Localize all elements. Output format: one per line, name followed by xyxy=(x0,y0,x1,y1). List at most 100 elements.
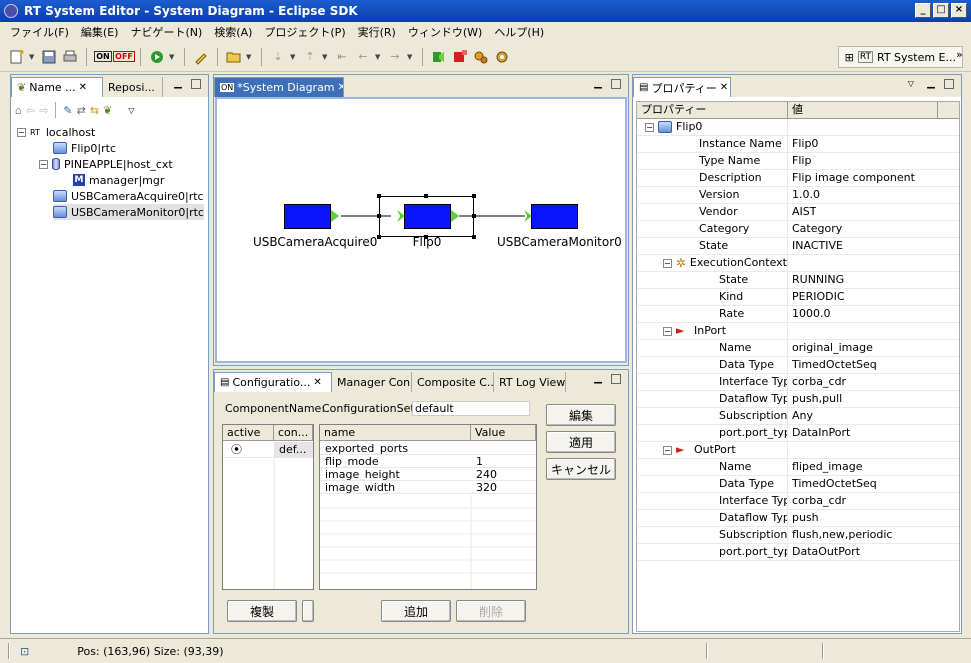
minimize-view-icon[interactable]: ▁ xyxy=(592,374,604,386)
add-name-server-icon[interactable]: ❦ xyxy=(103,104,112,117)
menu-search[interactable]: 検索(A) xyxy=(208,24,258,40)
param-value[interactable]: 240 xyxy=(471,468,536,480)
column-header-value[interactable]: 値 xyxy=(788,102,938,118)
property-row[interactable]: Dataflow Type push,pull xyxy=(637,391,959,408)
perspective-label[interactable]: RT System E... xyxy=(877,51,956,64)
table-row[interactable]: image_width 320 xyxy=(320,481,536,494)
copy-button[interactable]: 複製 xyxy=(227,600,297,622)
minimize-view-icon[interactable]: ▁ xyxy=(172,79,184,91)
all-off-icon[interactable]: OFF xyxy=(113,48,135,66)
property-row[interactable]: Vendor AIST xyxy=(637,204,959,221)
outport-usbcameraacquire0[interactable] xyxy=(331,210,339,222)
tree-item-pineapple[interactable]: − PINEAPPLE|host_cxt xyxy=(39,156,173,172)
column-header-config[interactable]: con... xyxy=(274,425,313,440)
column-header-property[interactable]: プロパティー xyxy=(637,102,788,118)
perspective-more-icon[interactable]: » xyxy=(956,48,963,61)
column-header-name[interactable]: name xyxy=(320,425,471,440)
param-value[interactable] xyxy=(471,442,536,454)
property-row[interactable]: Version 1.0.0 xyxy=(637,187,959,204)
collapse-icon[interactable]: − xyxy=(663,258,672,268)
property-row[interactable]: Name fliped_image xyxy=(637,459,959,476)
tree-item-manager[interactable]: M manager|mgr xyxy=(73,172,164,188)
resize-handle[interactable] xyxy=(472,194,476,198)
close-icon[interactable]: ✕ xyxy=(313,377,321,388)
property-row[interactable]: Dataflow Type push xyxy=(637,510,959,527)
run-dropdown-icon[interactable]: ▼ xyxy=(169,53,177,61)
property-row[interactable]: − ► InPort xyxy=(637,323,959,340)
new-icon[interactable] xyxy=(8,48,26,66)
print-icon[interactable] xyxy=(61,48,79,66)
diagram-canvas[interactable]: USBCameraAcquire0 Flip0 USBCameraMonitor… xyxy=(215,97,627,363)
view-menu-icon[interactable]: ▽ xyxy=(128,106,134,115)
property-row[interactable]: port.port_type DataOutPort xyxy=(637,544,959,561)
open-perspective-icon[interactable]: ⊞ xyxy=(845,51,854,64)
component-usbcameraacquire0[interactable] xyxy=(284,204,331,229)
close-button[interactable]: × xyxy=(951,3,967,18)
property-row[interactable]: Data Type TimedOctetSeq xyxy=(637,357,959,374)
maximize-button[interactable]: □ xyxy=(933,3,949,18)
resize-handle[interactable] xyxy=(377,194,381,198)
property-row[interactable]: − ✲ ExecutionContext xyxy=(637,255,959,272)
param-value[interactable]: 320 xyxy=(471,481,536,493)
all-on-icon[interactable]: ON xyxy=(94,48,112,66)
property-row[interactable]: Rate 1000.0 xyxy=(637,306,959,323)
tree-item-flip0[interactable]: Flip0|rtc xyxy=(53,140,116,156)
open-folder-icon[interactable] xyxy=(225,48,243,66)
minimize-view-icon[interactable]: ▁ xyxy=(592,79,604,91)
resize-handle[interactable] xyxy=(377,214,381,218)
collapse-icon[interactable]: − xyxy=(17,127,26,137)
tab-properties[interactable]: ▤ プロパティー ✕ xyxy=(633,77,731,97)
perspective-switcher[interactable]: ⊞ RT RT System E... xyxy=(837,46,963,68)
property-row[interactable]: State INACTIVE xyxy=(637,238,959,255)
close-icon[interactable]: ✕ xyxy=(720,82,728,93)
gear-icon[interactable] xyxy=(472,48,490,66)
column-header-active[interactable]: active xyxy=(223,425,274,440)
property-row[interactable]: Description Flip image component xyxy=(637,170,959,187)
save-icon[interactable] xyxy=(40,48,58,66)
tab-name-service[interactable]: ❦ Name ... ✕ xyxy=(11,77,103,97)
property-row[interactable]: Interface Type corba_cdr xyxy=(637,374,959,391)
menu-window[interactable]: ウィンドウ(W) xyxy=(402,24,488,40)
tab-system-diagram[interactable]: ON *System Diagram ✕ xyxy=(214,77,344,97)
menu-help[interactable]: ヘルプ(H) xyxy=(488,24,550,40)
last-edit-icon[interactable]: ⇤ xyxy=(333,48,351,66)
property-row[interactable]: Category Category xyxy=(637,221,959,238)
tab-repository[interactable]: Reposi... xyxy=(103,77,163,97)
table-row[interactable]: exported_ports xyxy=(320,442,536,455)
property-row[interactable]: Kind PERIODIC xyxy=(637,289,959,306)
activate-icon[interactable] xyxy=(430,48,448,66)
tab-configuration[interactable]: ▤ Configuratio... ✕ xyxy=(214,372,332,392)
property-row[interactable]: Instance Name Flip0 xyxy=(637,136,959,153)
tree-item-usbcameraacquire0[interactable]: USBCameraAcquire0|rtc xyxy=(53,188,204,204)
next-annotation-icon[interactable]: ⇣ xyxy=(269,48,287,66)
home-icon[interactable]: ⌂ xyxy=(15,104,22,117)
configuration-set-field[interactable]: default xyxy=(412,401,530,416)
tab-composite-component[interactable]: Composite C... xyxy=(412,372,494,392)
settings-gear-icon[interactable] xyxy=(493,48,511,66)
menu-edit[interactable]: 編集(E) xyxy=(75,24,125,40)
property-row[interactable]: Data Type TimedOctetSeq xyxy=(637,476,959,493)
property-row[interactable]: Subscription Type flush,new,periodic xyxy=(637,527,959,544)
collapse-icon[interactable]: − xyxy=(645,122,654,132)
resize-handle[interactable] xyxy=(377,235,381,239)
fast-view-icon[interactable]: ⊡ xyxy=(20,645,29,658)
property-row[interactable]: Interface Type corba_cdr xyxy=(637,493,959,510)
property-row[interactable]: port.port_type DataInPort xyxy=(637,425,959,442)
resize-handle[interactable] xyxy=(472,214,476,218)
tab-manager-control[interactable]: Manager Con... xyxy=(332,372,412,392)
param-value[interactable]: 1 xyxy=(471,455,536,467)
link-icon[interactable]: ⇆ xyxy=(90,104,99,117)
add-button[interactable]: 追加 xyxy=(381,600,451,622)
property-row[interactable]: Subscription Type Any xyxy=(637,408,959,425)
menu-file[interactable]: ファイル(F) xyxy=(4,24,75,40)
cancel-button[interactable]: キャンセル xyxy=(546,458,616,480)
menu-run[interactable]: 実行(R) xyxy=(352,24,402,40)
back-icon[interactable]: ⇦ xyxy=(26,104,35,117)
collapse-icon[interactable]: − xyxy=(663,445,672,455)
maximize-view-icon[interactable] xyxy=(943,79,955,91)
configuration-set-table[interactable]: active con... ⦿ def... xyxy=(222,424,314,590)
component-flip0[interactable] xyxy=(404,204,451,229)
collapse-icon[interactable]: − xyxy=(39,159,48,169)
apply-button[interactable]: 適用 xyxy=(546,431,616,453)
outport-flip0[interactable] xyxy=(451,210,459,222)
